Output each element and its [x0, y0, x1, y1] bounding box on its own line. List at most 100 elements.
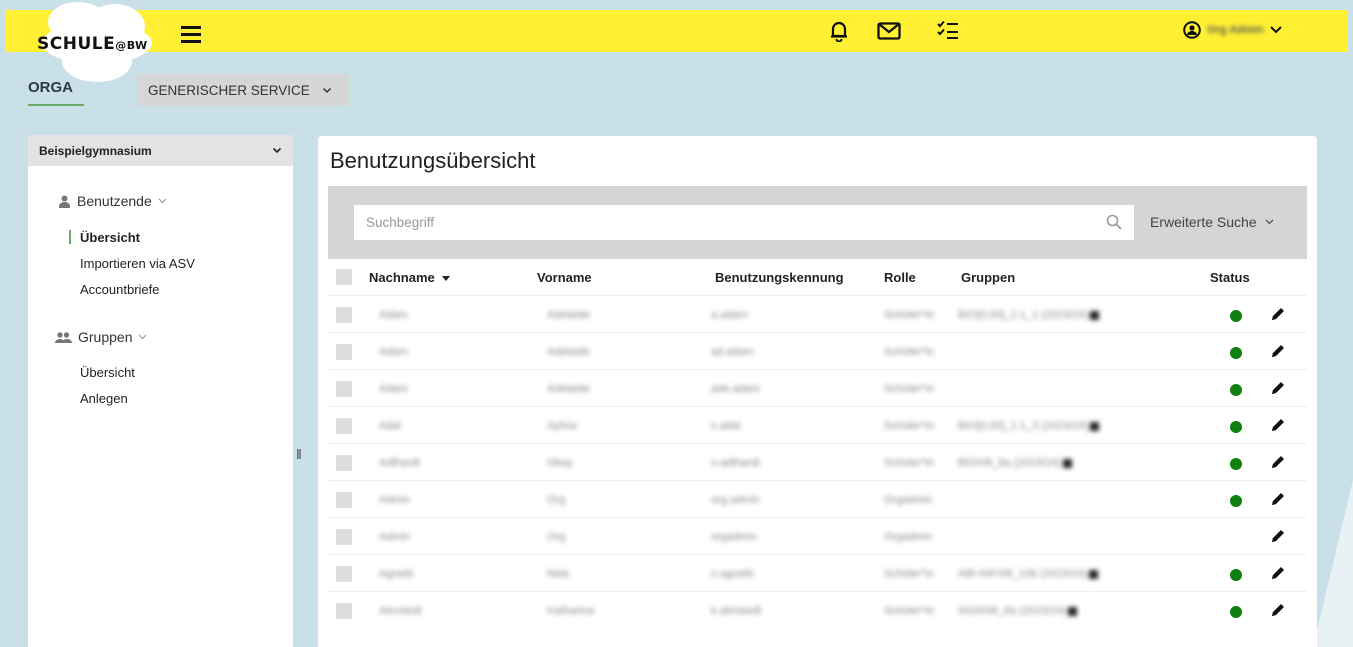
sidebar-resize-handle[interactable]: ‖ [296, 446, 302, 462]
sidebar-section-label: Gruppen [78, 329, 133, 345]
edit-icon[interactable] [1270, 417, 1286, 433]
status-active-indicator [1230, 310, 1242, 322]
edit-icon[interactable] [1270, 565, 1286, 581]
row-checkbox[interactable] [336, 307, 352, 323]
cell-benutzungskennung: n.agnetti [711, 568, 754, 580]
cell-benutzungskennung: ade.adam [711, 383, 760, 395]
search-input[interactable]: Suchbegriff [354, 205, 1134, 240]
cell-gruppen: BIO/08_8a (2023/24) [958, 457, 1072, 469]
cell-rolle: Schüler*in [884, 605, 935, 617]
service-dropdown-label: GENERISCHER SERVICE [148, 82, 310, 98]
active-indicator [69, 230, 71, 244]
edit-icon[interactable] [1270, 380, 1286, 396]
table-row[interactable]: Admin Org org.admin Orgadmin [328, 480, 1307, 517]
select-all-checkbox[interactable] [336, 269, 352, 285]
cell-vorname: Adelaide [547, 309, 590, 321]
chevron-down-icon [1270, 26, 1283, 34]
cell-nachname: Admin [379, 531, 411, 543]
user-name: Org Admin [1207, 24, 1264, 36]
mail-icon[interactable] [877, 22, 901, 40]
row-checkbox[interactable] [336, 492, 352, 508]
advanced-search-toggle[interactable]: Erweiterte Suche [1150, 214, 1274, 230]
sidebar-section-benutzende[interactable]: Benutzende [58, 193, 167, 209]
row-checkbox[interactable] [336, 529, 352, 545]
edit-icon[interactable] [1270, 491, 1286, 507]
sort-down-icon [442, 276, 451, 282]
top-bar [5, 10, 1348, 52]
edit-icon[interactable] [1270, 454, 1286, 470]
search-icon[interactable] [1106, 214, 1122, 230]
table-row[interactable]: Adam Adelaide a.adam Schüler*in BIO[0,00]_2.… [328, 295, 1307, 332]
school-dropdown[interactable]: Beispielgymnasium [28, 135, 293, 166]
edit-icon[interactable] [1270, 343, 1286, 359]
cell-rolle: Orgadmin [884, 494, 933, 506]
edit-icon[interactable] [1270, 602, 1286, 618]
sidebar-item-gruppen-uebersicht[interactable]: Übersicht [80, 365, 135, 380]
row-checkbox[interactable] [336, 344, 352, 360]
table-header: Nachname Vorname Benutzungskennung Rolle… [328, 259, 1307, 295]
table-row[interactable]: Agnetti Nele n.agnetti Schüler*in ABI-INF/08… [328, 554, 1307, 591]
table-row[interactable]: Adlhardt Okay o.adlhardt Schüler*in BIO/08_8… [328, 443, 1307, 480]
app-logo[interactable]: SCHULE@BW [37, 34, 148, 54]
status-active-indicator [1230, 421, 1242, 433]
column-header-benutzungskennung[interactable]: Benutzungskennung [715, 270, 844, 285]
bell-icon[interactable] [830, 20, 848, 42]
row-checkbox[interactable] [336, 455, 352, 471]
cell-vorname: Adelaide [547, 346, 590, 358]
column-header-rolle[interactable]: Rolle [884, 270, 916, 285]
chevron-down-icon [1265, 219, 1274, 225]
cell-vorname: Okay [547, 457, 573, 469]
cell-benutzungskennung: a.adam [711, 309, 748, 321]
sidebar-item-anlegen[interactable]: Anlegen [80, 391, 128, 406]
cell-vorname: Nele [547, 568, 570, 580]
task-list-icon[interactable] [937, 20, 959, 40]
chevron-down-icon [272, 147, 282, 154]
sidebar-section-gruppen[interactable]: Gruppen [55, 329, 147, 345]
school-name: Beispielgymnasium [39, 143, 152, 158]
table-row[interactable]: Adam Adelaide ade.adam Schüler*in [328, 369, 1307, 406]
chevron-down-icon [158, 198, 167, 204]
table-row[interactable]: Adal Sylvia s.adal Schüler*in BIO[0,00]_1.1_… [328, 406, 1307, 443]
table-row[interactable]: Almstedt Katharina k.almstedt Schüler*in 942… [328, 591, 1307, 628]
cell-gruppen: BIO[0,00]_1.1_3 (2023/24) [958, 420, 1100, 432]
user-circle-icon [1183, 21, 1201, 39]
cell-benutzungskennung: k.almstedt [711, 605, 762, 617]
advanced-search-label: Erweiterte Suche [1150, 214, 1257, 230]
cell-vorname: Org [547, 531, 566, 543]
row-checkbox[interactable] [336, 381, 352, 397]
column-header-vorname[interactable]: Vorname [537, 270, 592, 285]
status-active-indicator [1230, 347, 1242, 359]
user-menu[interactable]: Org Admin [1183, 21, 1283, 39]
row-checkbox[interactable] [336, 603, 352, 619]
chevron-down-icon [322, 87, 331, 93]
sidebar: Beispielgymnasium Benutzende Übersicht I… [28, 135, 293, 647]
status-active-indicator [1230, 495, 1242, 507]
cell-benutzungskennung: s.adal [711, 420, 741, 432]
row-checkbox[interactable] [336, 418, 352, 434]
sidebar-item-benutzende-uebersicht[interactable]: Übersicht [80, 230, 140, 245]
column-header-gruppen[interactable]: Gruppen [961, 270, 1015, 285]
column-header-nachname[interactable]: Nachname [369, 270, 451, 285]
search-panel: Suchbegriff Erweiterte Suche [328, 186, 1307, 259]
service-dropdown[interactable]: GENERISCHER SERVICE [137, 74, 349, 106]
edit-icon[interactable] [1270, 306, 1286, 322]
cell-gruppen: ABI-INF/08_10b (2023/24) [958, 568, 1099, 580]
edit-icon[interactable] [1270, 528, 1286, 544]
cell-rolle: Schüler*in [884, 457, 935, 469]
sidebar-item-accountbriefe[interactable]: Accountbriefe [80, 282, 160, 297]
cell-benutzungskennung: o.adlhardt [711, 457, 760, 469]
column-header-label: Nachname [369, 270, 435, 285]
users-icon [55, 331, 72, 343]
column-header-status: Status [1210, 270, 1250, 285]
logo-main: SCHULE [37, 34, 116, 54]
table-row[interactable]: Adam Adelaide ad.adam Schüler*in [328, 332, 1307, 369]
cell-benutzungskennung: org.admin [711, 494, 760, 506]
cell-nachname: Adal [379, 420, 402, 432]
row-checkbox[interactable] [336, 566, 352, 582]
cell-rolle: Schüler*in [884, 346, 935, 358]
table-row[interactable]: Admin Org orgadmin Orgadmin [328, 517, 1307, 554]
menu-icon[interactable] [181, 26, 201, 43]
cell-nachname: Almstedt [379, 605, 422, 617]
sidebar-item-importieren-asv[interactable]: Importieren via ASV [80, 256, 195, 271]
cell-rolle: Schüler*in [884, 383, 935, 395]
